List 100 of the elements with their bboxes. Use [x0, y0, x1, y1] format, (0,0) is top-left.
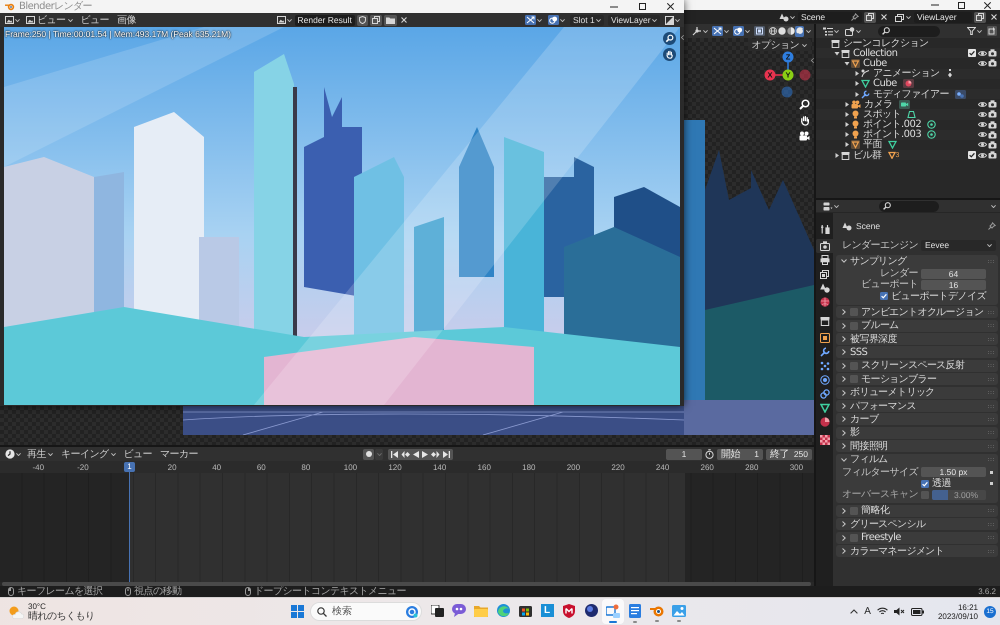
eye-icon[interactable] [978, 152, 986, 159]
panel-header[interactable]: カーブ [836, 413, 998, 426]
panel-header[interactable]: サンプリング [836, 255, 998, 267]
triangle-right-icon[interactable] [844, 132, 850, 138]
overlay-toggle[interactable] [732, 26, 751, 36]
view-layer-field[interactable]: ViewLayer [914, 12, 972, 22]
tree-item[interactable]: ポイント.003 [816, 130, 1000, 140]
start-frame-field[interactable]: 開始 1 [717, 448, 763, 460]
shading-mode-button[interactable] [786, 26, 795, 36]
view-layer-browse-button[interactable] [894, 12, 912, 22]
panel-header[interactable]: モーションブラー [836, 373, 998, 386]
eye-icon[interactable] [978, 110, 986, 118]
checkbox[interactable] [850, 322, 858, 330]
render-camera-icon[interactable] [988, 140, 996, 149]
checkbox[interactable] [880, 292, 888, 300]
panel-header[interactable]: 間接照明 [836, 440, 998, 452]
tree-item[interactable]: アニメーション [816, 68, 1000, 79]
battery-icon[interactable] [910, 608, 924, 616]
panel-header[interactable]: スクリーンスペース反射 [836, 360, 998, 372]
negative-axis-handle[interactable] [800, 70, 810, 80]
tree-item[interactable]: Collection [816, 48, 1000, 58]
eye-icon[interactable] [978, 60, 986, 67]
display-mode-button[interactable] [822, 26, 840, 36]
number-field[interactable]: 64 [921, 268, 986, 279]
duplicate-button[interactable] [370, 14, 382, 26]
triangle-right-icon[interactable] [854, 81, 860, 86]
wifi-icon[interactable] [876, 607, 888, 616]
checkbox[interactable] [850, 534, 858, 542]
input-indicator[interactable]: A [864, 606, 871, 617]
render-camera-icon[interactable] [988, 110, 996, 118]
triangle-down-icon[interactable] [834, 50, 840, 56]
checkbox[interactable] [850, 308, 858, 316]
auto-keying-button[interactable] [363, 448, 374, 460]
scene-browse-button[interactable] [778, 12, 796, 22]
checkbox[interactable] [921, 480, 929, 488]
triangle-right-icon[interactable] [854, 92, 860, 97]
chevron-up-icon[interactable] [850, 609, 858, 614]
next-keyframe-icon[interactable] [431, 450, 440, 458]
circle-logo-icon[interactable] [406, 606, 418, 618]
zoom-icon[interactable] [799, 99, 810, 110]
eye-icon[interactable] [978, 121, 986, 128]
tree-item[interactable]: スポット [816, 109, 1000, 120]
render-engine-dropdown[interactable]: Eevee [921, 240, 996, 250]
popover-menu[interactable]: 再生 [24, 448, 56, 460]
hand-icon[interactable] [799, 115, 810, 126]
menu-item[interactable]: ビュー [120, 448, 155, 460]
eye-icon[interactable] [978, 141, 986, 148]
number-field[interactable]: 1.50 px [921, 467, 986, 478]
play-icon[interactable] [422, 450, 428, 458]
render-camera-icon[interactable] [988, 49, 996, 58]
triangle-right-icon[interactable] [844, 102, 850, 107]
skip-forward-icon[interactable] [443, 450, 450, 458]
speaker-icon[interactable] [894, 607, 905, 616]
pin-icon[interactable] [988, 222, 996, 230]
new-view-layer-button[interactable] [974, 12, 986, 22]
taskbar-app-button[interactable]: L [536, 599, 558, 624]
overlay-toggle[interactable] [547, 14, 566, 26]
panel-header[interactable]: Freestyle [836, 532, 998, 544]
play-reverse-icon[interactable] [413, 450, 419, 458]
checkbox[interactable] [850, 375, 858, 384]
filter-button[interactable] [966, 26, 983, 36]
panel-header[interactable]: SSS [836, 346, 998, 358]
view-layer-filter-button[interactable] [844, 26, 862, 36]
triangle-right-icon[interactable] [834, 152, 840, 158]
editor-type-button[interactable] [4, 448, 22, 460]
panel-header[interactable]: ブルーム [836, 320, 998, 332]
render-camera-icon[interactable] [988, 59, 996, 68]
panel-header[interactable]: フィルム [836, 454, 998, 466]
shading-mode-button[interactable] [768, 26, 777, 36]
playhead-frame[interactable]: 1 [124, 462, 135, 472]
caret-icon[interactable] [806, 30, 811, 32]
render-camera-icon[interactable] [988, 130, 996, 139]
negative-axis-handle[interactable] [782, 86, 792, 98]
gizmo-toggle[interactable] [524, 14, 543, 26]
eye-icon[interactable] [978, 131, 986, 138]
options-dropdown[interactable]: オプション [748, 39, 811, 51]
current-frame-field[interactable]: 1 [666, 448, 702, 460]
popover-menu[interactable]: キーイング [58, 448, 118, 460]
display-channels-button[interactable] [664, 14, 681, 26]
zoom-icon[interactable] [663, 32, 676, 45]
fake-user-button[interactable] [356, 14, 368, 26]
editor-type-button[interactable] [822, 200, 840, 212]
editor-type-button[interactable] [4, 14, 21, 26]
search-field[interactable]: 検索 [310, 602, 422, 621]
camera-icon[interactable] [799, 131, 810, 142]
tree-item[interactable]: モディファイアー [816, 88, 1000, 100]
eye-icon[interactable] [978, 50, 986, 57]
unlink-button[interactable] [988, 12, 999, 22]
triangle-right-icon[interactable] [844, 112, 850, 117]
clock[interactable]: 16:21 2023/09/10 [938, 602, 978, 620]
menu-item[interactable]: ビュー [78, 14, 112, 26]
caret-icon[interactable] [991, 204, 996, 208]
unlink-button[interactable] [398, 14, 410, 26]
triangle-down-icon[interactable] [844, 60, 850, 66]
mode-dropdown[interactable]: ビュー [23, 14, 76, 26]
search-field[interactable] [879, 200, 939, 212]
panel-header[interactable]: アンビエントオクルージョン [836, 306, 998, 318]
skip-back-icon[interactable] [391, 450, 398, 458]
render-camera-icon[interactable] [988, 100, 996, 108]
shading-mode-button[interactable] [777, 26, 786, 36]
